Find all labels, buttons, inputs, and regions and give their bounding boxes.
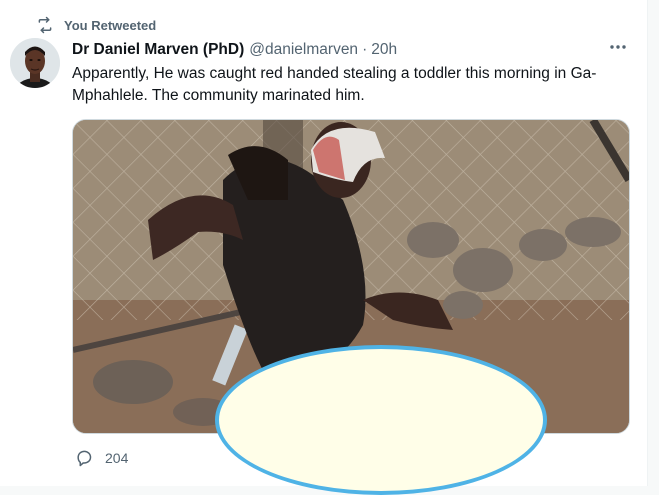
author-display-name[interactable]: Dr Daniel Marven (PhD) [72,41,244,59]
social-context-label: You Retweeted [64,17,157,33]
more-button[interactable] [606,37,630,57]
tweet-text: Apparently, He was caught red handed ste… [72,65,597,104]
censor-overlay [215,345,547,495]
social-context: You Retweeted [36,15,156,35]
retweet-icon [38,16,52,34]
reply-count: 204 [105,450,129,466]
tweet-header: Dr Daniel Marven (PhD) @danielmarven · 2… [72,40,632,60]
reply-icon [77,450,92,467]
separator-dot: · [362,41,368,58]
tweet-card[interactable]: You Retweeted Dr Daniel Marven (PhD) @da… [0,0,648,495]
avatar-image [10,38,60,88]
more-icon [610,45,626,49]
reply-button[interactable]: 204 [74,447,128,469]
avatar[interactable] [10,38,60,88]
tweet-timestamp[interactable]: 20h [371,41,397,59]
author-handle[interactable]: @danielmarven [249,41,358,59]
